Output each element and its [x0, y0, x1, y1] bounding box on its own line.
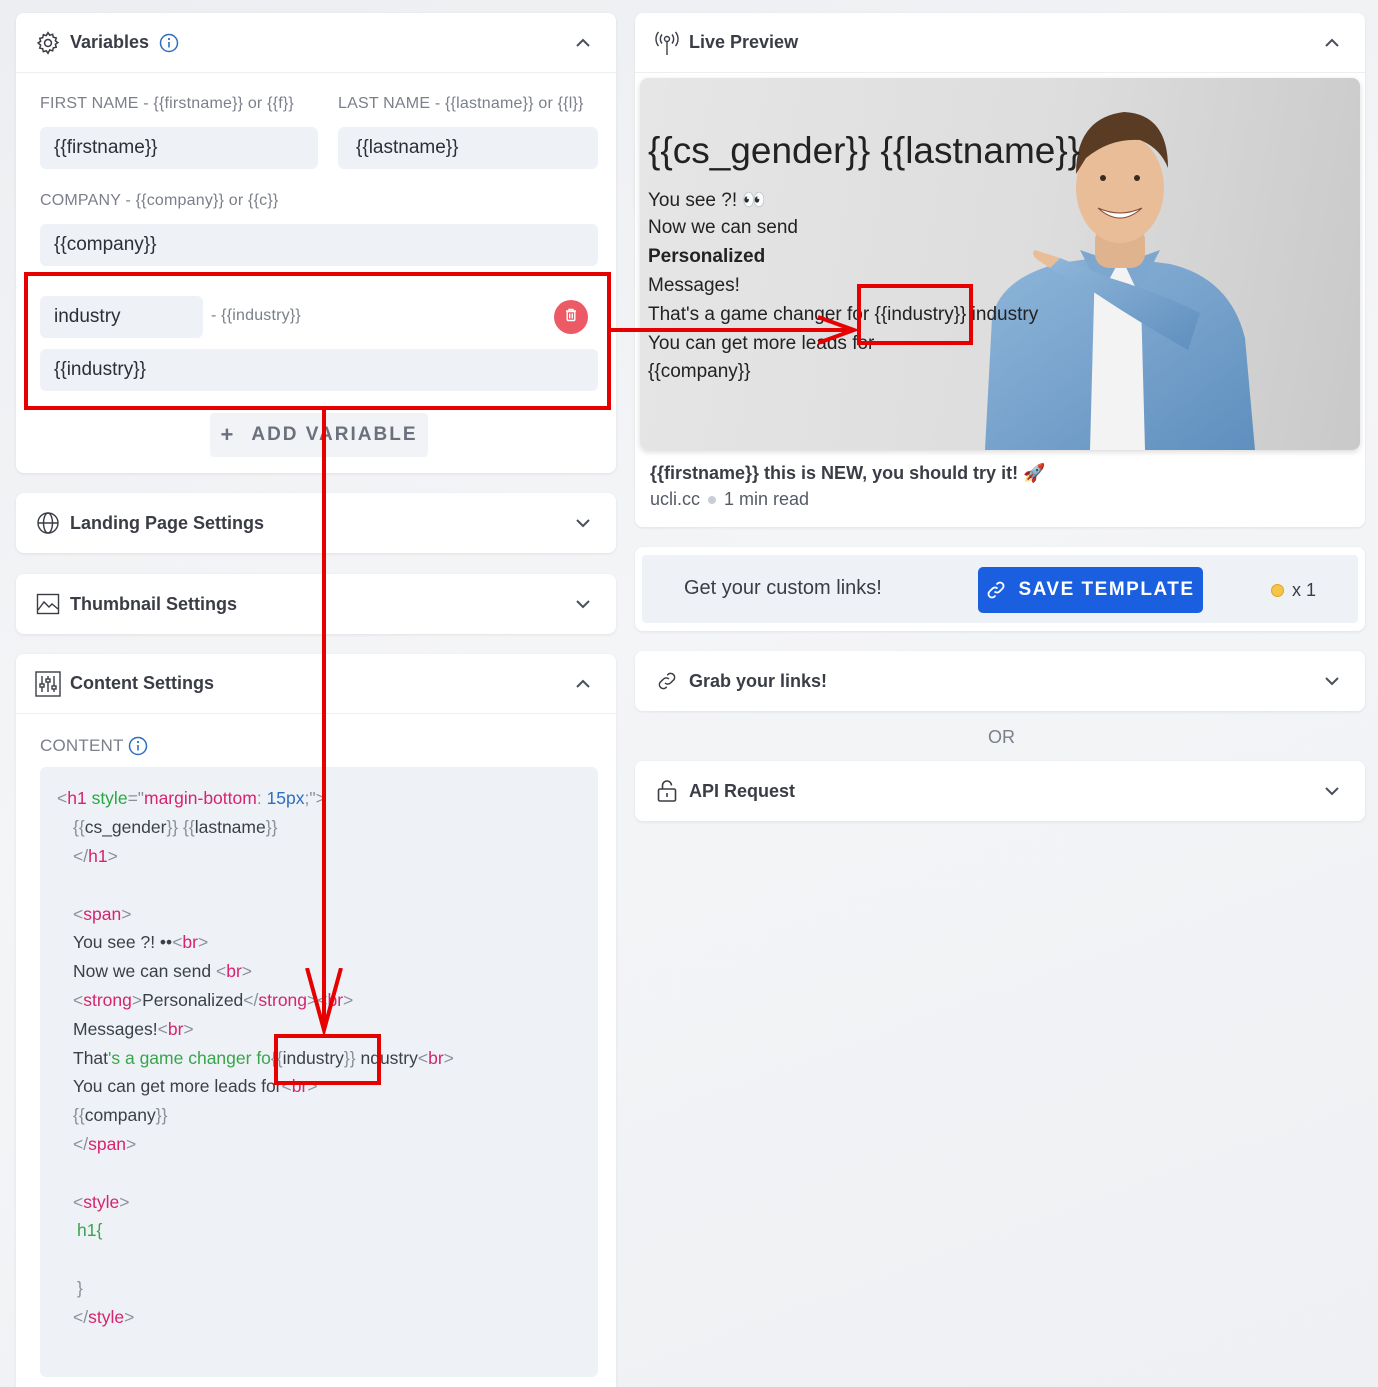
annotation-arrowhead-right [818, 315, 858, 345]
thumbnail-header[interactable]: Thumbnail Settings [16, 574, 616, 634]
code-line: </h1> [73, 846, 118, 866]
code-line: h1{ [77, 1220, 103, 1240]
first-name-label: FIRST NAME - {{firstname}} or {{f}} [40, 95, 294, 112]
code-line: <h1 style="margin-bottom: 15px;"> [57, 788, 326, 808]
sliders-icon [34, 670, 62, 698]
chevron-up-icon[interactable] [574, 34, 592, 52]
info-icon[interactable] [159, 33, 179, 53]
chevron-up-icon[interactable] [1323, 34, 1341, 52]
chevron-down-icon[interactable] [574, 595, 592, 613]
preview-line: Now we can send [648, 217, 798, 238]
company-input[interactable]: {{company}} [40, 224, 598, 266]
code-line: <style> [73, 1192, 130, 1212]
add-variable-label: ADD VARIABLE [251, 424, 418, 445]
preview-caption-title: {{firstname}} this is NEW, you should tr… [650, 463, 1046, 483]
plus-icon: + [220, 422, 236, 447]
api-request-card[interactable]: API Request [635, 761, 1365, 821]
link-icon [653, 667, 681, 695]
company-label: COMPANY - {{company}} or {{c}} [40, 192, 279, 209]
variables-header[interactable]: Variables [16, 13, 616, 73]
landing-page-header[interactable]: Landing Page Settings [16, 493, 616, 553]
preview-image: {{cs_gender}} {{lastname}} You see ?! 👀 … [640, 78, 1360, 450]
code-line: Now we can send <br> [73, 961, 253, 981]
unlock-icon [653, 777, 681, 805]
preview-line: You see ?! 👀 [648, 190, 767, 211]
last-name-input[interactable]: {{lastname}} [338, 127, 598, 169]
chevron-up-icon[interactable] [574, 675, 592, 693]
code-line: {{cs_gender}} {{lastname}} [73, 817, 278, 837]
landing-page-card[interactable]: Landing Page Settings [16, 493, 616, 553]
annotation-vertical-arrow-line [322, 410, 326, 1030]
code-line: <span> [73, 904, 132, 924]
content-header[interactable]: Content Settings [16, 654, 616, 714]
annotation-arrowhead-down [305, 968, 343, 1034]
landing-page-title: Landing Page Settings [70, 512, 265, 533]
preview-line: {{company}} [648, 361, 751, 382]
save-bar-text: Get your custom links! [684, 577, 882, 599]
chevron-down-icon[interactable] [1323, 672, 1341, 690]
code-line: } [77, 1278, 83, 1298]
thumbnail-title: Thumbnail Settings [70, 593, 238, 614]
live-preview-card: Live Preview {{cs_gender}} {{lastname}} … [635, 13, 1365, 527]
preview-site: ucli.cc [650, 489, 701, 509]
grab-links-card[interactable]: Grab your links! [635, 651, 1365, 711]
preview-read-time: 1 min read [724, 489, 810, 509]
annotation-variable-box [24, 272, 611, 410]
preview-meta: ucli.cc 1 min read [650, 489, 809, 510]
first-name-input[interactable]: {{firstname}} [40, 127, 318, 169]
last-name-label: LAST NAME - {{lastname}} or {{l}} [338, 95, 584, 112]
info-icon[interactable] [128, 736, 148, 756]
variables-title: Variables [70, 32, 150, 52]
preview-line: Personalized [648, 246, 766, 267]
chevron-down-icon[interactable] [574, 514, 592, 532]
gear-icon [34, 29, 62, 57]
image-icon [34, 590, 62, 618]
preview-line: Messages! [648, 275, 740, 296]
link-icon [986, 580, 1006, 600]
grab-links-header[interactable]: Grab your links! [635, 651, 1365, 711]
globe-icon [34, 509, 62, 537]
live-preview-title: Live Preview [689, 32, 799, 52]
annotation-preview-box [857, 284, 973, 345]
credits-count: x 1 [1292, 580, 1317, 600]
preview-heading: {{cs_gender}} {{lastname}} [648, 130, 1081, 171]
code-line: {{company}} [73, 1105, 168, 1125]
api-request-header[interactable]: API Request [635, 761, 1365, 821]
code-line: That's a game changer fo{{industry}} ndu… [73, 1048, 454, 1068]
api-request-title: API Request [689, 780, 796, 801]
save-bar: Get your custom links! SAVE TEMPLATE x 1 [635, 547, 1365, 631]
credits-indicator: x 1 [1271, 580, 1316, 601]
annotation-horizontal-arrow-line [611, 328, 851, 332]
content-label: CONTENT [40, 736, 124, 755]
coin-icon [1271, 584, 1284, 597]
save-template-label: SAVE TEMPLATE [1018, 579, 1195, 600]
code-line: Messages!<br> [73, 1019, 194, 1039]
code-line: </span> [73, 1134, 137, 1154]
live-preview-header[interactable]: Live Preview [635, 13, 1365, 73]
or-divider: OR [988, 727, 1015, 747]
code-line: You see ?! ••<br> [73, 932, 209, 952]
code-line: </style> [73, 1307, 135, 1327]
add-variable-button[interactable]: + ADD VARIABLE [210, 413, 428, 457]
grab-links-title: Grab your links! [689, 670, 828, 691]
annotation-code-box [274, 1034, 381, 1085]
content-title: Content Settings [70, 673, 214, 693]
antenna-icon [653, 29, 681, 57]
dot-separator [708, 495, 717, 504]
chevron-down-icon[interactable] [1323, 782, 1341, 800]
thumbnail-card[interactable]: Thumbnail Settings [16, 574, 616, 634]
save-template-button[interactable]: SAVE TEMPLATE [978, 567, 1203, 613]
